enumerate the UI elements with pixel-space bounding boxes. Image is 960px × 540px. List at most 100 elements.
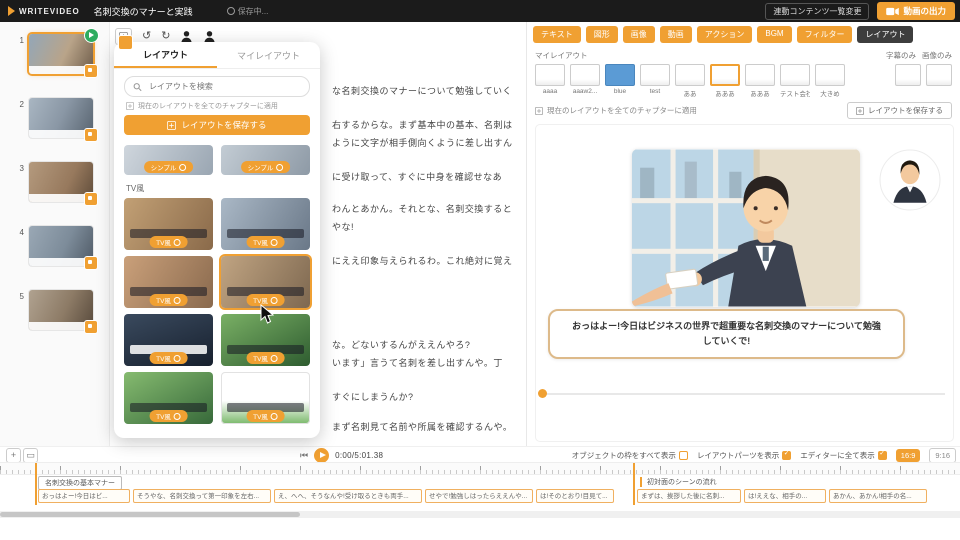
- scrollbar-thumb[interactable]: [0, 512, 300, 517]
- layout-thumbnail[interactable]: TV風: [124, 198, 213, 250]
- scene-thumbnail[interactable]: [29, 34, 93, 74]
- tab-image[interactable]: 画像: [623, 26, 655, 43]
- checkbox-icon[interactable]: [782, 451, 791, 460]
- subtitle-block[interactable]: え、へへ、そうなんや!受け取るときも両手...: [274, 489, 422, 503]
- toggle-object-frames[interactable]: オブジェクトの枠をすべて表示: [572, 450, 688, 461]
- subtitle-bubble[interactable]: おっはよー!今日はビジネスの世界で超重要な名刺交換のマナーについて勉強していくで…: [548, 309, 905, 359]
- layout-thumbnail-label: TV風: [149, 236, 188, 248]
- timeline-scrollbar[interactable]: [0, 511, 960, 518]
- info-icon: [271, 297, 278, 304]
- play-button[interactable]: [314, 448, 329, 463]
- scene-item[interactable]: 1: [16, 34, 93, 74]
- layout-thumbnail[interactable]: シンプル: [124, 145, 213, 175]
- subtitle-block[interactable]: は!そのとおり!目見て...: [536, 489, 614, 503]
- layout-preset[interactable]: [895, 64, 921, 86]
- layout-thumbnail[interactable]: TV風: [124, 314, 213, 366]
- info-icon: [276, 164, 283, 171]
- section-title-tv: TV風: [126, 183, 308, 194]
- preview-progress-track[interactable]: [542, 393, 945, 395]
- aspect-916-button[interactable]: 9:16: [929, 448, 956, 463]
- layout-preset[interactable]: ああ: [675, 64, 705, 98]
- timeline-ruler[interactable]: [0, 462, 960, 475]
- save-layout-button[interactable]: レイアウトを保存する: [124, 115, 310, 135]
- scene-thumbnail[interactable]: [29, 226, 93, 266]
- layout-thumbnail[interactable]: TV風: [124, 372, 213, 424]
- layout-thumbnail[interactable]: TV風: [124, 256, 213, 308]
- scene-thumbnail[interactable]: [29, 98, 93, 138]
- toggle-layout-parts[interactable]: レイアウトパーツを表示: [697, 450, 791, 461]
- presenter-avatar[interactable]: [879, 149, 941, 211]
- grid-icon: [126, 102, 134, 110]
- chapter-label[interactable]: 初対面のシーンの流れ: [640, 477, 717, 487]
- tab-layout-active[interactable]: レイアウト: [857, 26, 913, 43]
- app-logo[interactable]: WRITEVIDEO: [8, 6, 80, 16]
- scene-thumbnail[interactable]: [29, 290, 93, 330]
- subtitle-block[interactable]: そうやな、名刺交換って第一印象を左右...: [133, 489, 271, 503]
- playback-controls: ⏮ 0:00/5:01.38: [300, 447, 383, 463]
- checkbox-icon[interactable]: [878, 451, 887, 460]
- scene-item[interactable]: 3: [16, 162, 93, 202]
- info-icon: [271, 239, 278, 246]
- subtitle-block[interactable]: せやで!勉強しはったらええんや...: [425, 489, 533, 503]
- info-icon: [174, 355, 181, 362]
- layout-thumbnail[interactable]: TV風: [221, 198, 310, 250]
- tab-video[interactable]: 動画: [660, 26, 692, 43]
- chapter-row: 名刺交換の基本マナー 初対面のシーンの流れ: [0, 476, 960, 488]
- fit-view-button[interactable]: ▭: [23, 448, 38, 463]
- record-badge-icon[interactable]: [84, 28, 99, 43]
- subtitle-block[interactable]: あかん、あかん!相手の名...: [829, 489, 927, 503]
- chapter-label[interactable]: 名刺交換の基本マナー: [38, 476, 122, 490]
- layout-preset[interactable]: [926, 64, 952, 86]
- subtitle-block[interactable]: は!ええな、相手の...: [744, 489, 826, 503]
- export-video-button[interactable]: 動画の出力: [877, 2, 955, 20]
- add-chapter-button[interactable]: +: [6, 448, 21, 463]
- layout-badge-icon[interactable]: [84, 128, 98, 142]
- toggle-show-all-editor[interactable]: エディターに全て表示: [800, 450, 886, 461]
- related-content-button[interactable]: 連動コンテンツ一覧変更: [765, 3, 869, 20]
- video-preview-canvas[interactable]: おっはよー!今日はビジネスの世界で超重要な名刺交換のマナーについて勉強していくで…: [535, 124, 954, 442]
- layout-preset[interactable]: test: [640, 64, 670, 95]
- layout-preset[interactable]: あああ: [745, 64, 775, 98]
- popup-drag-handle[interactable]: [118, 35, 133, 50]
- layout-search[interactable]: [124, 76, 310, 97]
- tab-shape[interactable]: 図形: [586, 26, 618, 43]
- layout-preset[interactable]: blue: [605, 64, 635, 95]
- checkbox-icon[interactable]: [679, 451, 688, 460]
- layout-thumbnail-selected[interactable]: TV風: [221, 256, 310, 308]
- layout-badge-icon[interactable]: [84, 256, 98, 270]
- preview-progress-handle[interactable]: [538, 389, 547, 398]
- tab-filter[interactable]: フィルター: [797, 26, 853, 43]
- layout-badge-icon[interactable]: [84, 64, 98, 78]
- info-icon: [271, 413, 278, 420]
- scene-item[interactable]: 5: [16, 290, 93, 330]
- scene-thumbnail[interactable]: [29, 162, 93, 202]
- apply-to-all-chapters-link[interactable]: 現在のレイアウトを全てのチャプターに適用: [535, 105, 697, 116]
- layout-preset[interactable]: テスト会社: [780, 64, 810, 98]
- redo-button[interactable]: ↻: [161, 31, 170, 42]
- layout-thumbnail[interactable]: TV風: [221, 372, 310, 424]
- document-title[interactable]: 名刺交換のマナーと実践: [94, 5, 193, 18]
- layout-preset-selected[interactable]: あああ: [710, 64, 740, 98]
- tab-text[interactable]: テキスト: [533, 26, 581, 43]
- aspect-169-button[interactable]: 16:9: [896, 449, 921, 462]
- layout-preset[interactable]: aaaw2...: [570, 64, 600, 95]
- tab-my-layout[interactable]: マイレイアウト: [217, 42, 320, 68]
- undo-button[interactable]: ↺: [142, 31, 151, 42]
- subtitle-block[interactable]: おっはよー!今日はビ...: [38, 489, 130, 503]
- layout-badge-icon[interactable]: [84, 320, 98, 334]
- layout-preset[interactable]: aaaa: [535, 64, 565, 95]
- skip-back-icon[interactable]: ⏮: [300, 450, 308, 461]
- scene-item[interactable]: 2: [16, 98, 93, 138]
- subtitle-block[interactable]: まずは、挨拶した後に名刺...: [637, 489, 741, 503]
- layout-badge-icon[interactable]: [84, 192, 98, 206]
- tab-action[interactable]: アクション: [697, 26, 753, 43]
- layout-search-input[interactable]: [147, 81, 301, 92]
- save-layout-button[interactable]: レイアウトを保存する: [847, 102, 952, 119]
- tab-bgm[interactable]: BGM: [757, 26, 791, 43]
- apply-to-all-chapters-link[interactable]: 現在のレイアウトを全てのチャプターに適用: [126, 101, 308, 111]
- time-display: 0:00/5:01.38: [335, 451, 383, 460]
- scene-item[interactable]: 4: [16, 226, 93, 266]
- layout-preset[interactable]: 大きめ: [815, 64, 845, 98]
- scene-video-image[interactable]: [632, 149, 860, 307]
- layout-thumbnail[interactable]: シンプル: [221, 145, 310, 175]
